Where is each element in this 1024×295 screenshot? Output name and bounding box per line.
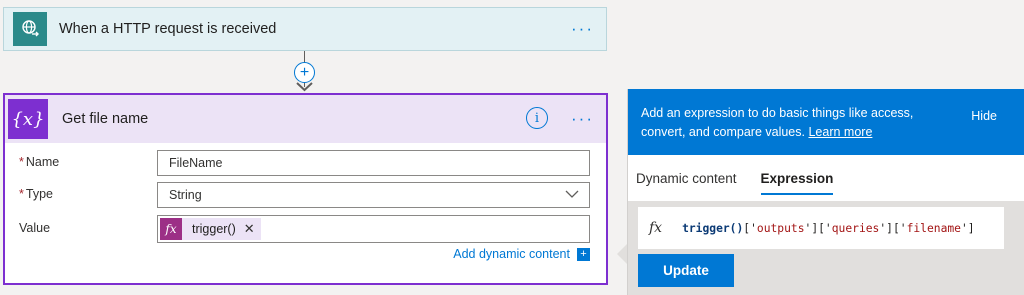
remove-token-button[interactable]: ✕ (244, 221, 255, 237)
function-icon: fx (160, 218, 182, 240)
update-button[interactable]: Update (638, 254, 734, 287)
panel-description: Add an expression to do basic things lik… (641, 106, 914, 139)
hide-button[interactable]: Hide (971, 107, 997, 126)
expression-panel: Add an expression to do basic things lik… (627, 89, 1024, 295)
variable-icon: {x} (8, 99, 48, 139)
value-input[interactable]: fx trigger() ✕ (157, 215, 590, 243)
insert-step-button[interactable]: + (294, 62, 315, 83)
panel-header: Add an expression to do basic things lik… (628, 89, 1024, 155)
add-icon: + (577, 247, 590, 261)
tab-expression[interactable]: Expression (760, 155, 833, 201)
expression-editor-area: fx trigger()['outputs']['queries']['file… (628, 201, 1024, 295)
chevron-down-icon (565, 190, 579, 198)
arrow-down-icon (296, 82, 313, 92)
expression-input[interactable]: fx trigger()['outputs']['queries']['file… (638, 207, 1004, 249)
trigger-title: When a HTTP request is received (59, 21, 277, 37)
variable-more-button[interactable]: ··· (571, 109, 594, 129)
info-icon[interactable]: i (526, 107, 548, 129)
panel-pointer (617, 244, 627, 264)
expression-token[interactable]: fx trigger() ✕ (160, 218, 261, 240)
value-label: Value (19, 221, 51, 235)
token-text: trigger() (192, 222, 236, 236)
name-input[interactable]: FileName (157, 150, 590, 176)
add-dynamic-content-button[interactable]: Add dynamic content + (453, 247, 590, 261)
panel-tabs: Dynamic content Expression (628, 155, 1024, 201)
trigger-more-button[interactable]: ··· (571, 19, 594, 39)
variable-card-title: Get file name (62, 111, 149, 127)
function-icon: fx (649, 220, 663, 236)
initialize-variable-card: {x} Get file name i ··· * Name FileName *… (3, 93, 608, 285)
type-field-row: * Type String (5, 182, 606, 208)
learn-more-link[interactable]: Learn more (808, 125, 872, 139)
type-selected-value: String (169, 188, 202, 202)
name-label: * Name (19, 155, 60, 169)
add-dynamic-content-label: Add dynamic content (453, 247, 570, 261)
tab-dynamic-content[interactable]: Dynamic content (636, 155, 737, 201)
value-field-row: Value fx trigger() ✕ (5, 215, 606, 243)
type-label: * Type (19, 187, 53, 201)
variable-card-header[interactable]: {x} Get file name i ··· (5, 95, 606, 143)
expression-text: trigger()['outputs']['queries']['filenam… (682, 221, 975, 235)
name-field-row: * Name FileName (5, 150, 606, 176)
http-request-icon (13, 12, 47, 46)
trigger-card[interactable]: When a HTTP request is received ··· (3, 7, 607, 51)
type-select[interactable]: String (157, 182, 590, 208)
